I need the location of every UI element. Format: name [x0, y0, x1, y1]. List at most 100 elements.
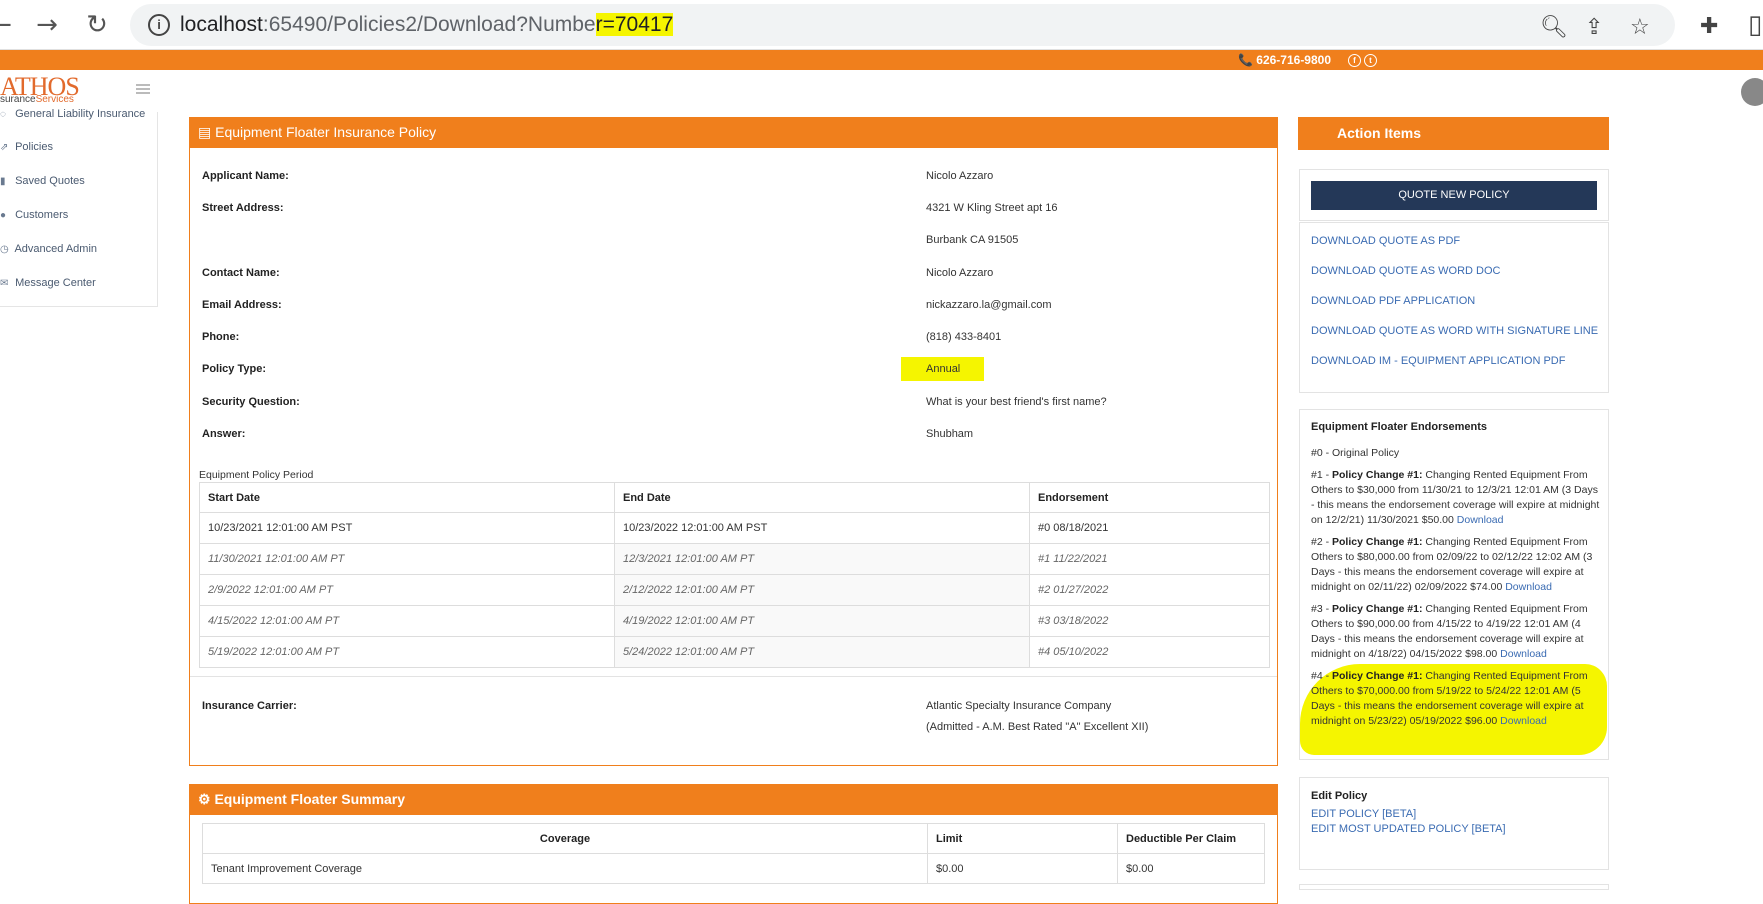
clock-icon: ◷: [0, 244, 9, 255]
address-bar[interactable]: i localhost:65490/Policies2/Download?Num…: [130, 4, 1675, 46]
policy-panel-header: ▤ Equipment Floater Insurance Policy: [190, 118, 1277, 148]
carrier-rating: (Admitted - A.M. Best Rated "A" Excellen…: [926, 721, 1149, 733]
edit-policy-title: Edit Policy: [1311, 790, 1368, 802]
endorsement-item: #0 - Original Policy: [1311, 447, 1400, 459]
table-cell: #1 11/22/2021: [1029, 543, 1270, 575]
bookmark-star-icon[interactable]: ☆: [1630, 15, 1650, 40]
sidebar-item-general-liability[interactable]: ◌ General Liability Insurance: [0, 108, 145, 128]
action-items-header: Action Items: [1298, 117, 1609, 150]
facebook-icon[interactable]: f: [1348, 54, 1361, 67]
gears-icon: ⚙: [198, 791, 211, 807]
carrier-name: Atlantic Specialty Insurance Company: [926, 700, 1112, 712]
back-arrow-icon[interactable]: ←: [0, 10, 16, 40]
carrier-label: Insurance Carrier:: [202, 700, 297, 712]
url-highlight: r=70417: [595, 13, 674, 36]
policy-title: Equipment Floater Insurance Policy: [215, 124, 437, 140]
field-label: Email Address:: [202, 299, 282, 311]
table-cell: 10/23/2021 12:01:00 AM PST: [199, 512, 615, 544]
menu-toggle-icon[interactable]: [136, 84, 150, 96]
field-label: Phone:: [202, 331, 240, 343]
downloads-box: [1299, 222, 1609, 393]
table-cell: $0.00: [1117, 853, 1265, 884]
policy-panel: ▤ Equipment Floater Insurance Policy: [189, 117, 1278, 766]
download-equipment-application-link[interactable]: DOWNLOAD IM - EQUIPMENT APPLICATION PDF: [1311, 355, 1565, 367]
field-label: Contact Name:: [202, 267, 280, 279]
endorsements-title: Equipment Floater Endorsements: [1311, 421, 1488, 433]
site-header: ATHOS suranceServices: [0, 70, 1763, 112]
edit-most-updated-policy-link[interactable]: EDIT MOST UPDATED POLICY [BETA]: [1311, 823, 1506, 835]
download-quote-word-signature-link[interactable]: DOWNLOAD QUOTE AS WORD WITH SIGNATURE LI…: [1311, 325, 1598, 337]
download-quote-word-link[interactable]: DOWNLOAD QUOTE AS WORD DOC: [1311, 265, 1500, 277]
summary-panel-header: ⚙ Equipment Floater Summary: [190, 785, 1277, 815]
table-row: 5/19/2022 12:01:00 AM PT 5/24/2022 12:01…: [199, 636, 1270, 668]
table-cell: 2/9/2022 12:01:00 AM PT: [199, 574, 615, 606]
table-cell: #3 03/18/2022: [1029, 605, 1270, 637]
table-cell: 10/23/2022 12:01:00 AM PST: [614, 512, 1030, 544]
column-header: Deductible Per Claim: [1117, 823, 1265, 854]
avatar[interactable]: [1741, 78, 1763, 106]
logo-subtitle: suranceServices: [0, 94, 74, 105]
field-value: 4321 W Kling Street apt 16: [926, 202, 1058, 214]
table-row: 10/23/2021 12:01:00 AM PST 10/23/2022 12…: [199, 512, 1270, 544]
sidebar: ◌ General Liability Insurance ⇗ Policies…: [0, 108, 158, 307]
table-row: 2/9/2022 12:01:00 AM PT 2/12/2022 12:01:…: [199, 574, 1270, 606]
share-icon[interactable]: ⇪: [1585, 15, 1603, 40]
endorsement-item: #4 - Policy Change #1: Changing Rented E…: [1311, 670, 1588, 727]
browser-toolbar: ← → ↻ i localhost:65490/Policies2/Downlo…: [0, 0, 1763, 50]
edit-policy-link[interactable]: EDIT POLICY [BETA]: [1311, 808, 1416, 820]
field-value: What is your best friend's first name?: [926, 396, 1107, 408]
endorsement-item: #2 - Policy Change #1: Changing Rented E…: [1311, 536, 1593, 593]
table-cell: #0 08/18/2021: [1029, 512, 1270, 544]
users-icon: ●: [0, 210, 7, 221]
sidebar-item-message-center[interactable]: ✉ Message Center: [0, 277, 96, 297]
site-info-icon[interactable]: i: [148, 14, 170, 36]
field-label: Applicant Name:: [202, 170, 289, 182]
external-link-icon: ⇗: [0, 142, 9, 153]
twitter-icon[interactable]: t: [1364, 54, 1377, 67]
download-link[interactable]: Download: [1505, 581, 1552, 593]
download-pdf-application-link[interactable]: DOWNLOAD PDF APPLICATION: [1311, 295, 1475, 307]
table-cell: 12/3/2021 12:01:00 AM PT: [614, 543, 1030, 575]
column-header: Endorsement: [1029, 482, 1270, 513]
quote-new-policy-button[interactable]: QUOTE NEW POLICY: [1311, 181, 1597, 210]
table-cell: #2 01/27/2022: [1029, 574, 1270, 606]
column-header: Coverage: [202, 823, 928, 854]
field-value: Nicolo Azzaro: [926, 267, 994, 279]
profile-icon[interactable]: ▯: [1748, 10, 1762, 40]
table-cell: 5/24/2022 12:01:00 AM PT: [614, 636, 1030, 668]
table-cell: 5/19/2022 12:01:00 AM PT: [199, 636, 615, 668]
download-link[interactable]: Download: [1457, 514, 1504, 526]
table-cell: Tenant Improvement Coverage: [202, 853, 928, 884]
table-row: 11/30/2021 12:01:00 AM PT 12/3/2021 12:0…: [199, 543, 1270, 575]
download-link[interactable]: Download: [1500, 648, 1547, 660]
sidebar-item-saved-quotes[interactable]: ▮ Saved Quotes: [0, 175, 85, 195]
table-cell: 2/12/2022 12:01:00 AM PT: [614, 574, 1030, 606]
table-cell: 11/30/2021 12:01:00 AM PT: [199, 543, 615, 575]
reload-icon[interactable]: ↻: [82, 10, 112, 40]
extensions-icon[interactable]: ✚: [1700, 14, 1718, 39]
field-value: (818) 433-8401: [926, 331, 1002, 343]
policy-type-value: Annual: [901, 357, 985, 381]
table-row: 4/15/2022 12:01:00 AM PT 4/19/2022 12:01…: [199, 605, 1270, 637]
field-label: Policy Type:: [202, 363, 266, 375]
sidebar-item-advanced-admin[interactable]: ◷ Advanced Admin: [0, 243, 97, 263]
table-cell: #4 05/10/2022: [1029, 636, 1270, 668]
endorsement-item: #3 - Policy Change #1: Changing Rented E…: [1311, 603, 1588, 660]
contact-bar: 📞 626-716-9800 f t: [0, 50, 1763, 70]
table-row: Tenant Improvement Coverage $0.00 $0.00: [202, 853, 1265, 884]
table-cell: 4/19/2022 12:01:00 AM PT: [614, 605, 1030, 637]
field-label: Answer:: [202, 428, 246, 440]
sidebar-item-policies[interactable]: ⇗ Policies: [0, 141, 53, 161]
url-text[interactable]: localhost:65490/Policies2/Download?Numbe…: [180, 13, 674, 37]
field-value: Shubham: [926, 428, 974, 440]
forward-arrow-icon[interactable]: →: [32, 10, 62, 40]
zoom-icon[interactable]: 🔍︎: [1540, 15, 1568, 40]
phone-number[interactable]: 📞 626-716-9800: [1238, 53, 1331, 67]
download-link[interactable]: Download: [1500, 715, 1547, 727]
shield-icon: ◌: [0, 109, 6, 120]
sidebar-item-customers[interactable]: ● Customers: [0, 209, 68, 229]
list-icon: ▤: [198, 124, 212, 140]
download-quote-pdf-link[interactable]: DOWNLOAD QUOTE AS PDF: [1311, 235, 1460, 247]
period-caption: Equipment Policy Period: [199, 469, 314, 481]
table-cell: 4/15/2022 12:01:00 AM PT: [199, 605, 615, 637]
